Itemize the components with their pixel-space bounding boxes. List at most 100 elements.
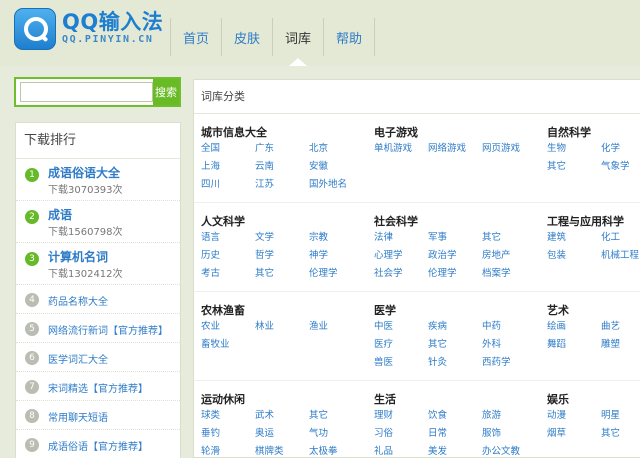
category-link[interactable]: 气功 [309, 426, 371, 442]
category-link[interactable]: 针灸 [428, 355, 482, 371]
category-link[interactable]: 习俗 [374, 426, 428, 442]
category-link[interactable]: 伦理学 [309, 266, 371, 282]
category-link[interactable]: 语言 [201, 230, 255, 246]
category-link[interactable]: 文学 [255, 230, 309, 246]
category-link[interactable]: 法律 [374, 230, 428, 246]
ranking-top-item[interactable]: 1 成语俗语大全 下载3070393次 [16, 159, 180, 201]
category-link[interactable]: 哲学 [255, 248, 309, 264]
category-link[interactable]: 礼品 [374, 444, 428, 457]
category-link[interactable]: 渔业 [309, 319, 371, 335]
category-link[interactable]: 国外地名 [309, 177, 371, 193]
ranking-top-item[interactable]: 2 成语 下载1560798次 [16, 201, 180, 243]
ranking-item-name[interactable]: 计算机名词 [48, 248, 108, 265]
category-link[interactable]: 医疗 [374, 337, 428, 353]
category-link[interactable]: 中药 [482, 319, 544, 335]
category-link[interactable]: 其它 [428, 337, 482, 353]
ranking-item-name[interactable]: 医学词汇大全 [48, 351, 108, 366]
category-link[interactable]: 机械工程 [601, 248, 640, 264]
category-link[interactable]: 宗教 [309, 230, 371, 246]
category-link[interactable]: 安徽 [309, 159, 371, 175]
category-link[interactable]: 美发 [428, 444, 482, 457]
category-link[interactable]: 日常 [428, 426, 482, 442]
category-link[interactable]: 动漫 [547, 408, 601, 424]
category-link[interactable]: 轮滑 [201, 444, 255, 457]
category-group-title[interactable]: 运动休闲 [201, 391, 371, 408]
category-link[interactable]: 北京 [309, 141, 371, 157]
ranking-item[interactable]: 6 医学词汇大全 [16, 343, 180, 372]
category-group-title[interactable]: 农林渔畜 [201, 302, 371, 319]
category-link[interactable]: 外科 [482, 337, 544, 353]
category-link[interactable]: 其它 [601, 426, 640, 442]
category-group-title[interactable]: 艺术 [547, 302, 640, 319]
category-group-title[interactable]: 城市信息大全 [201, 124, 371, 141]
category-link[interactable]: 其它 [309, 408, 371, 424]
category-link[interactable]: 绘画 [547, 319, 601, 335]
category-link[interactable]: 服饰 [482, 426, 544, 442]
category-link[interactable]: 其它 [547, 159, 601, 175]
category-link[interactable]: 办公文教 [482, 444, 544, 457]
category-link[interactable]: 林业 [255, 319, 309, 335]
category-link[interactable]: 明星 [601, 408, 640, 424]
ranking-top-item[interactable]: 3 计算机名词 下载1302412次 [16, 243, 180, 285]
category-link[interactable]: 考古 [201, 266, 255, 282]
ranking-item-name[interactable]: 宋词精选【官方推荐】 [48, 380, 148, 395]
category-link[interactable]: 畜牧业 [201, 337, 255, 353]
category-link[interactable]: 神学 [309, 248, 371, 264]
category-link[interactable]: 包装 [547, 248, 601, 264]
category-link[interactable]: 心理学 [374, 248, 428, 264]
category-link[interactable]: 其它 [482, 230, 544, 246]
category-link[interactable]: 农业 [201, 319, 255, 335]
category-link[interactable]: 兽医 [374, 355, 428, 371]
category-link[interactable]: 网页游戏 [482, 141, 544, 157]
ranking-item-name[interactable]: 成语俗语大全 [48, 164, 120, 181]
category-group-title[interactable]: 医学 [374, 302, 544, 319]
category-link[interactable]: 球类 [201, 408, 255, 424]
category-link[interactable]: 垂钓 [201, 426, 255, 442]
ranking-item-name[interactable]: 成语俗语【官方推荐】 [48, 438, 148, 453]
category-group-title[interactable]: 社会科学 [374, 213, 544, 230]
ranking-item[interactable]: 4 药品名称大全 [16, 285, 180, 314]
ranking-item-name[interactable]: 药品名称大全 [48, 293, 108, 308]
category-link[interactable]: 历史 [201, 248, 255, 264]
category-link[interactable]: 舞蹈 [547, 337, 601, 353]
category-link[interactable]: 建筑 [547, 230, 601, 246]
category-link[interactable]: 四川 [201, 177, 255, 193]
ranking-item[interactable]: 5 网络流行新词【官方推荐】 [16, 314, 180, 343]
category-link[interactable]: 广东 [255, 141, 309, 157]
category-link[interactable]: 网络游戏 [428, 141, 482, 157]
category-link[interactable]: 其它 [255, 266, 309, 282]
category-group-title[interactable]: 工程与应用科学 [547, 213, 640, 230]
category-link[interactable]: 档案学 [482, 266, 544, 282]
category-link[interactable]: 太极拳 [309, 444, 371, 457]
category-link[interactable]: 房地产 [482, 248, 544, 264]
qq-pinyin-logo-icon[interactable] [14, 8, 56, 50]
nav-dictionary[interactable]: 词库 [273, 14, 323, 66]
category-link[interactable]: 上海 [201, 159, 255, 175]
category-link[interactable]: 西药学 [482, 355, 544, 371]
category-link[interactable]: 棋牌类 [255, 444, 309, 457]
category-link[interactable]: 伦理学 [428, 266, 482, 282]
category-link[interactable]: 武术 [255, 408, 309, 424]
ranking-item-name[interactable]: 网络流行新词【官方推荐】 [48, 322, 168, 337]
category-link[interactable]: 旅游 [482, 408, 544, 424]
category-group-title[interactable]: 娱乐 [547, 391, 640, 408]
category-link[interactable]: 化工 [601, 230, 640, 246]
category-link[interactable]: 中医 [374, 319, 428, 335]
category-link[interactable]: 江苏 [255, 177, 309, 193]
category-link[interactable]: 烟草 [547, 426, 601, 442]
category-link[interactable]: 生物 [547, 141, 601, 157]
category-link[interactable]: 理财 [374, 408, 428, 424]
category-link[interactable]: 云南 [255, 159, 309, 175]
category-link[interactable]: 奥运 [255, 426, 309, 442]
nav-skins[interactable]: 皮肤 [222, 14, 272, 60]
nav-home[interactable]: 首页 [171, 14, 221, 60]
search-input[interactable] [20, 82, 153, 102]
ranking-item[interactable]: 7 宋词精选【官方推荐】 [16, 372, 180, 401]
ranking-item[interactable]: 9 成语俗语【官方推荐】 [16, 430, 180, 458]
ranking-item-name[interactable]: 成语 [48, 206, 72, 223]
category-link[interactable]: 政治学 [428, 248, 482, 264]
search-button[interactable]: 搜索 [153, 79, 179, 105]
category-link[interactable]: 单机游戏 [374, 141, 428, 157]
category-group-title[interactable]: 自然科学 [547, 124, 640, 141]
category-link[interactable]: 军事 [428, 230, 482, 246]
